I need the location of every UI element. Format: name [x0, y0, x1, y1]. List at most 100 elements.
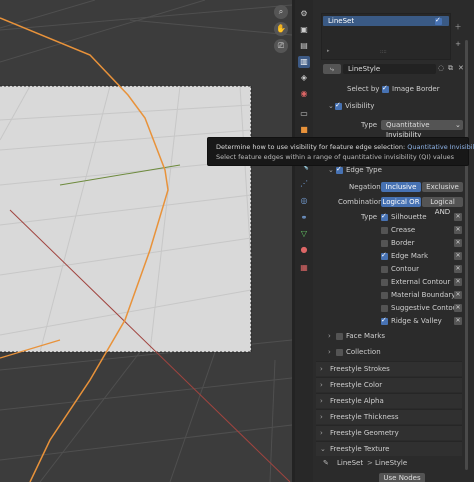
- combination-label: Combination: [338, 198, 383, 206]
- chevron-down-icon[interactable]: ⌄: [328, 165, 334, 176]
- chevron-right-icon: ›: [320, 365, 323, 373]
- select-by-label: Select by: [347, 85, 380, 93]
- 3d-viewport[interactable]: ⌕ ✋ ⎚: [0, 0, 292, 482]
- visibility-type-label: Type: [361, 121, 378, 129]
- chevron-down-icon[interactable]: ⌄: [328, 101, 334, 112]
- properties-scrollbar[interactable]: [465, 40, 468, 470]
- linestyle-browse-icon[interactable]: ⤷: [323, 64, 341, 74]
- lineset-checkbox[interactable]: [435, 16, 442, 25]
- section-header[interactable]: › Freestyle Alpha: [316, 393, 462, 408]
- edge-type-checkbox[interactable]: [381, 266, 388, 273]
- unlink-icon[interactable]: ✕: [458, 64, 464, 72]
- face-marks-checkbox[interactable]: [336, 333, 343, 340]
- section-header[interactable]: › Freestyle Geometry: [316, 425, 462, 440]
- chevron-right-icon[interactable]: ›: [328, 331, 331, 342]
- image-border-checkbox[interactable]: [382, 84, 389, 93]
- chevron-down-icon: ⌄: [455, 121, 461, 129]
- use-nodes-button[interactable]: Use Nodes: [379, 473, 425, 482]
- edge-type-label: Silhouette: [391, 213, 427, 221]
- exclude-toggle-icon[interactable]: ✕: [454, 317, 462, 325]
- properties-tab-bar: ⚙ ▣ ▤ ▥ ◈ ◉ ▭ ■ 🔧 ⋰ ◎ ⚭ ▽ ● ▦: [295, 0, 313, 482]
- list-add-icon[interactable]: ＋: [453, 22, 463, 32]
- zoom-icon[interactable]: ⌕: [274, 5, 288, 19]
- edge-type-checkbox[interactable]: [381, 240, 388, 247]
- visibility-type-dropdown[interactable]: Quantitative Invisibility ⌄: [381, 120, 463, 139]
- edge-type-checkbox[interactable]: [381, 305, 388, 312]
- linestyle-selector[interactable]: ⤷ LineStyle ◌ ⧉ ✕: [321, 63, 464, 75]
- material-tab-icon[interactable]: ●: [298, 244, 310, 256]
- linestyle-name-field[interactable]: LineStyle: [343, 64, 436, 74]
- object-tab-icon[interactable]: ■: [298, 124, 310, 136]
- exclude-toggle-icon[interactable]: ✕: [454, 278, 462, 286]
- edge-type-checkbox[interactable]: [381, 279, 388, 286]
- properties-editor: LineSet ▸ :::: + ＋ ⤷ LineStyle ◌ ⧉ ✕ Sel…: [313, 0, 474, 482]
- constraints-tab-icon[interactable]: ⚭: [298, 212, 310, 224]
- section-title: Freestyle Color: [330, 381, 383, 389]
- chevron-down-icon: ⌄: [320, 445, 326, 453]
- chevron-right-icon: ›: [320, 413, 323, 421]
- edge-types-label: Type: [361, 213, 378, 221]
- edge-type-label: Edge Type: [346, 166, 382, 174]
- edge-type-label: Suggestive Contour: [391, 304, 461, 312]
- hand-icon[interactable]: ✋: [274, 22, 288, 36]
- section-title: Freestyle Strokes: [330, 365, 390, 373]
- tool-tab-icon[interactable]: ⚙: [298, 8, 310, 20]
- chevron-right-icon[interactable]: ›: [328, 347, 331, 358]
- combination-or-button[interactable]: Logical OR: [381, 197, 421, 207]
- output-tab-icon[interactable]: ▤: [298, 40, 310, 52]
- lineset-list[interactable]: LineSet ▸ ::::: [321, 13, 451, 60]
- chevron-right-icon: ›: [320, 397, 323, 405]
- edge-type-label: Crease: [391, 226, 416, 234]
- section-header[interactable]: › Freestyle Color: [316, 377, 462, 392]
- image-border-label: Image Border: [392, 85, 440, 93]
- world-tab-icon[interactable]: ◉: [298, 88, 310, 100]
- list-add-button[interactable]: +: [453, 40, 463, 56]
- list-grip-icon[interactable]: ::::: [380, 49, 387, 55]
- edge-type-label: Contour: [391, 265, 419, 273]
- exclude-toggle-icon[interactable]: ✕: [454, 304, 462, 312]
- texture-lineset-label: LineSet: [337, 459, 364, 467]
- edge-type-checkbox[interactable]: [381, 316, 388, 325]
- negation-inclusive-button[interactable]: Inclusive: [381, 182, 421, 192]
- list-expand-icon[interactable]: ▸: [327, 48, 330, 54]
- edge-type-label: External Contour: [391, 278, 451, 286]
- viewport-scene: [0, 0, 292, 482]
- fake-user-icon[interactable]: ◌: [438, 64, 444, 72]
- combination-and-button[interactable]: Logical AND: [422, 197, 463, 216]
- exclude-toggle-icon[interactable]: ✕: [454, 291, 462, 299]
- camera-icon[interactable]: ⎚: [274, 39, 288, 53]
- lineset-row[interactable]: LineSet: [323, 16, 449, 26]
- exclude-toggle-icon[interactable]: ✕: [454, 239, 462, 247]
- collection-checkbox[interactable]: [336, 349, 343, 356]
- edge-type-checkbox[interactable]: [381, 292, 388, 299]
- negation-exclusive-button[interactable]: Exclusive: [422, 182, 463, 192]
- visibility-checkbox[interactable]: [335, 101, 342, 110]
- tooltip-prefix: Determine how to use visibility for feat…: [216, 143, 406, 151]
- collection-tab-icon[interactable]: ▭: [298, 108, 310, 120]
- exclude-toggle-icon[interactable]: ✕: [454, 213, 462, 221]
- edge-type-checkbox[interactable]: [336, 165, 343, 174]
- exclude-toggle-icon[interactable]: ✕: [454, 265, 462, 273]
- duplicate-icon[interactable]: ⧉: [448, 64, 453, 73]
- tooltip-value: Quantitative Invisibility: [407, 143, 474, 151]
- section-header[interactable]: ⌄ Freestyle Texture: [316, 441, 462, 456]
- edge-type-checkbox[interactable]: [381, 212, 388, 221]
- texture-tab-icon[interactable]: ▦: [298, 262, 310, 274]
- scene-tab-icon[interactable]: ◈: [298, 72, 310, 84]
- texture-linestyle-label: LineStyle: [375, 459, 408, 467]
- section-title: Freestyle Geometry: [330, 429, 399, 437]
- data-tab-icon[interactable]: ▽: [298, 228, 310, 240]
- section-header[interactable]: › Freestyle Thickness: [316, 409, 462, 424]
- edge-type-label: Border: [391, 239, 415, 247]
- particles-tab-icon[interactable]: ⋰: [298, 178, 310, 190]
- section-title: Freestyle Thickness: [330, 413, 399, 421]
- exclude-toggle-icon[interactable]: ✕: [454, 252, 462, 260]
- section-title: Freestyle Texture: [330, 445, 390, 453]
- render-tab-icon[interactable]: ▣: [298, 24, 310, 36]
- exclude-toggle-icon[interactable]: ✕: [454, 226, 462, 234]
- edge-type-checkbox[interactable]: [381, 251, 388, 260]
- view-layer-tab-icon[interactable]: ▥: [298, 56, 310, 68]
- section-header[interactable]: › Freestyle Strokes: [316, 361, 462, 376]
- edge-type-checkbox[interactable]: [381, 227, 388, 234]
- physics-tab-icon[interactable]: ◎: [298, 195, 310, 207]
